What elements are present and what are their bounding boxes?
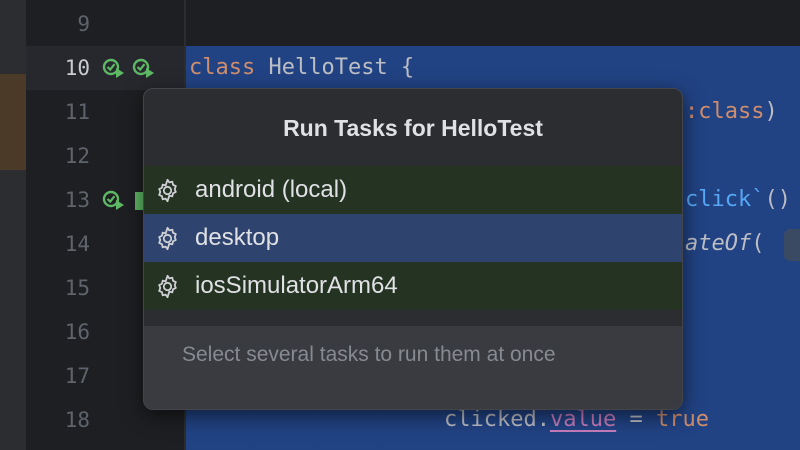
code-line-13: click`() bbox=[685, 187, 791, 212]
line-number: 13 bbox=[64, 188, 90, 212]
line-number: 17 bbox=[64, 364, 90, 388]
line-number: 12 bbox=[64, 144, 90, 168]
code-line-10: class HelloTest { bbox=[189, 55, 414, 80]
line-number: 10 bbox=[64, 56, 90, 80]
run-tasks-popup: Run Tasks for HelloTest android (local) … bbox=[143, 88, 683, 410]
line-number: 9 bbox=[77, 12, 90, 36]
line-number: 15 bbox=[64, 276, 90, 300]
popup-title: Run Tasks for HelloTest bbox=[283, 115, 543, 141]
tool-window-strip bbox=[0, 0, 26, 450]
keyword: class bbox=[189, 55, 256, 80]
vcs-change-marker bbox=[0, 74, 26, 170]
run-test-icon[interactable] bbox=[101, 189, 127, 213]
keyword: :class bbox=[685, 99, 765, 124]
popup-footer: Select several tasks to run them at once bbox=[144, 326, 682, 409]
run-test-icon[interactable] bbox=[101, 57, 127, 81]
operator: = bbox=[616, 407, 656, 432]
identifier: clicked. bbox=[444, 407, 550, 432]
task-item-ios-simulator[interactable]: iosSimulatorArm64 bbox=[144, 262, 682, 310]
gear-icon bbox=[158, 274, 177, 299]
function-name: click` bbox=[685, 187, 765, 212]
task-label: android (local) bbox=[195, 176, 348, 203]
inlay-hint-chip bbox=[784, 229, 800, 261]
literal: true bbox=[655, 407, 709, 432]
punctuation: ( bbox=[751, 231, 778, 256]
task-item-android[interactable]: android (local) bbox=[144, 166, 682, 214]
line-number: 14 bbox=[64, 232, 90, 256]
code-line-14: ateOf( bbox=[685, 231, 778, 256]
task-label: iosSimulatorArm64 bbox=[195, 272, 398, 299]
task-item-desktop[interactable]: desktop bbox=[144, 214, 682, 262]
class-name: HelloTest { bbox=[255, 55, 415, 80]
code-line-18: clicked.value = true bbox=[444, 407, 709, 432]
property: value bbox=[549, 407, 617, 432]
line-number: 11 bbox=[64, 100, 90, 124]
gear-icon bbox=[158, 178, 177, 203]
punctuation: () bbox=[764, 187, 791, 212]
gear-icon bbox=[158, 226, 177, 251]
function-call: ateOf bbox=[685, 231, 752, 256]
run-all-icon[interactable] bbox=[131, 57, 157, 81]
line-number: 16 bbox=[64, 320, 90, 344]
code-line-11: :class) bbox=[685, 99, 778, 124]
popup-hint-text: Select several tasks to run them at once bbox=[182, 343, 556, 366]
punctuation: ) bbox=[764, 99, 778, 124]
line-number: 18 bbox=[64, 408, 90, 432]
task-label: desktop bbox=[195, 224, 280, 251]
